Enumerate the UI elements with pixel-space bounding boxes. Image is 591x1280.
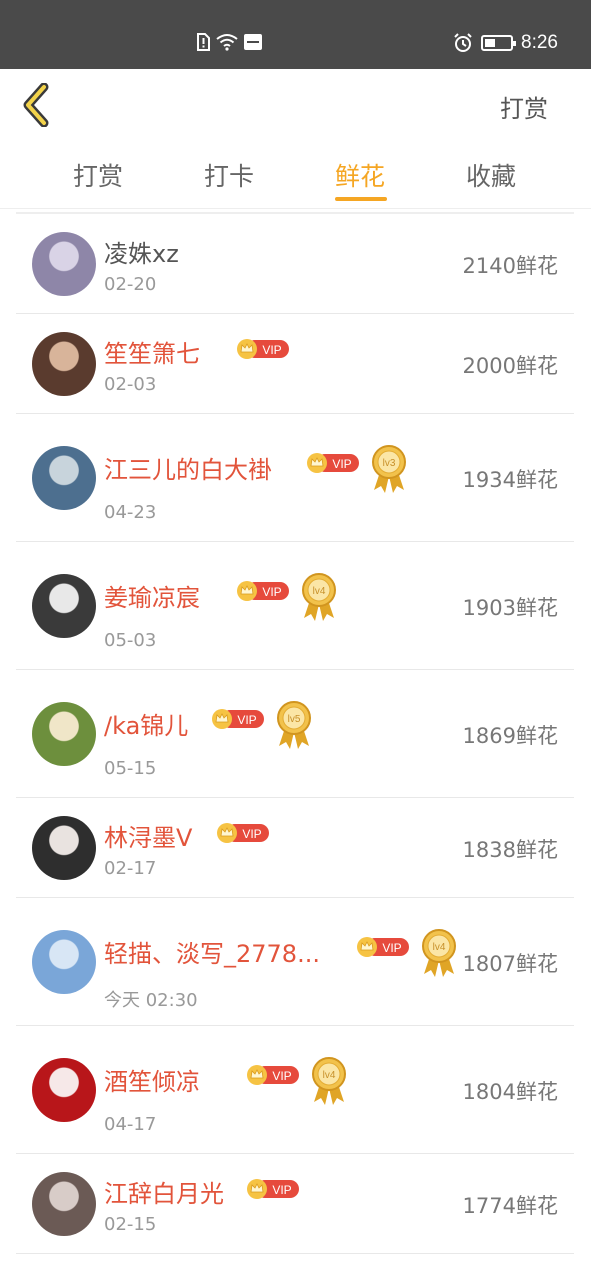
level-medal-icon: lv5 (275, 700, 313, 750)
user-name[interactable]: 江三儿的白大褂 (104, 450, 272, 485)
avatar[interactable] (32, 332, 96, 396)
flower-count: 1934鲜花 (462, 468, 558, 492)
vip-badge-icon: VIP (306, 452, 360, 474)
flower-count: 2000鲜花 (462, 354, 558, 378)
avatar[interactable] (32, 702, 96, 766)
avatar[interactable] (32, 1172, 96, 1236)
avatar[interactable] (32, 446, 96, 510)
status-time: 8:26 (521, 32, 558, 53)
flower-count: 1804鲜花 (462, 1080, 558, 1104)
user-name[interactable]: 林浔墨V (104, 818, 192, 853)
level-medal-icon: lv4 (300, 572, 338, 622)
svg-text:lv4: lv4 (323, 1070, 336, 1081)
chevron-left-icon (23, 82, 49, 128)
gift-date: 05-03 (104, 630, 157, 651)
battery-icon (481, 35, 517, 51)
list-item[interactable]: 江辞白月光 VIP 02-15 1774鲜花 (16, 1154, 574, 1254)
gift-date: 02-15 (104, 1214, 157, 1235)
hms-icon (244, 34, 262, 50)
gift-date: 02-17 (104, 858, 157, 879)
vip-badge-icon: VIP (216, 822, 270, 844)
tab-tip[interactable]: 打赏 (73, 157, 123, 193)
flower-count: 1838鲜花 (462, 838, 558, 862)
list-item[interactable]: 笙笙箫七 VIP 02-03 2000鲜花 (16, 314, 574, 414)
vip-badge-icon: VIP (356, 936, 410, 958)
tab-favorites[interactable]: 收藏 (466, 157, 516, 193)
status-bar: 8:26 (0, 0, 591, 69)
gift-date: 02-20 (104, 274, 157, 295)
avatar[interactable] (32, 930, 96, 994)
user-name[interactable]: 轻描、淡写_2778... (104, 934, 320, 969)
svg-text:VIP: VIP (272, 1183, 291, 1197)
flower-count: 1807鲜花 (462, 952, 558, 976)
level-medal-icon: lv3 (370, 444, 408, 494)
avatar[interactable] (32, 574, 96, 638)
back-button[interactable] (20, 82, 60, 128)
flower-count: 1903鲜花 (462, 596, 558, 620)
vip-badge-icon: VIP (246, 1178, 300, 1200)
level-medal-icon: lv4 (310, 1056, 348, 1106)
flower-ranking-list: 凌姝xz 02-20 2140鲜花笙笙箫七 VIP 02-03 2000鲜花江三儿的白大褂… (16, 212, 574, 1254)
status-icons-center (196, 33, 262, 51)
svg-text:lv4: lv4 (313, 586, 326, 597)
wifi-icon (216, 34, 238, 51)
gift-date: 04-23 (104, 502, 157, 523)
flower-count: 2140鲜花 (462, 254, 558, 278)
list-item[interactable]: 姜瑜凉宸 VIP lv4 05-03 1903鲜花 (16, 542, 574, 670)
gift-date: 04-17 (104, 1114, 157, 1135)
gift-date: 05-15 (104, 758, 157, 779)
tab-flowers[interactable]: 鲜花 (335, 157, 385, 193)
tab-bar: 打赏 打卡 鲜花 收藏 (0, 139, 591, 209)
tab-checkin[interactable]: 打卡 (204, 157, 254, 193)
user-name[interactable]: 江辞白月光 (104, 1174, 224, 1209)
vip-badge-icon: VIP (211, 708, 265, 730)
header: 打赏 (0, 69, 591, 139)
vip-badge-icon: VIP (236, 338, 290, 360)
svg-text:VIP: VIP (262, 585, 281, 599)
vip-badge-icon: VIP (236, 580, 290, 602)
flower-count: 1774鲜花 (462, 1194, 558, 1218)
sim-alert-icon (197, 33, 210, 51)
level-medal-icon: lv4 (420, 928, 458, 978)
vip-badge-icon: VIP (246, 1064, 300, 1086)
user-name[interactable]: 姜瑜凉宸 (104, 578, 200, 613)
svg-text:lv4: lv4 (433, 942, 446, 953)
avatar[interactable] (32, 232, 96, 296)
gift-date: 02-03 (104, 374, 157, 395)
tip-action-button[interactable]: 打赏 (500, 89, 548, 124)
svg-text:VIP: VIP (382, 941, 401, 955)
list-item[interactable]: /ka锦儿 VIP lv5 05-15 1869鲜花 (16, 670, 574, 798)
svg-text:VIP: VIP (262, 343, 281, 357)
list-item[interactable]: 轻描、淡写_2778... VIP lv4 今天 02:30 1807鲜花 (16, 898, 574, 1026)
avatar[interactable] (32, 816, 96, 880)
list-item[interactable]: 酒笙倾凉 VIP lv4 04-17 1804鲜花 (16, 1026, 574, 1154)
active-tab-indicator (335, 197, 387, 201)
gift-date: 今天 02:30 (104, 990, 198, 1011)
list-item[interactable]: 林浔墨V VIP 02-17 1838鲜花 (16, 798, 574, 898)
status-icons-right: 8:26 (453, 32, 558, 54)
user-name[interactable]: 凌姝xz (104, 234, 179, 269)
svg-text:lv5: lv5 (288, 714, 301, 725)
user-name[interactable]: 酒笙倾凉 (104, 1062, 200, 1097)
user-name[interactable]: /ka锦儿 (104, 706, 188, 741)
svg-text:VIP: VIP (272, 1069, 291, 1083)
list-item[interactable]: 凌姝xz 02-20 2140鲜花 (16, 214, 574, 314)
battery-level (485, 39, 496, 47)
user-name[interactable]: 笙笙箫七 (104, 334, 200, 369)
svg-text:VIP: VIP (332, 457, 351, 471)
svg-text:lv3: lv3 (383, 458, 396, 469)
svg-text:VIP: VIP (237, 713, 256, 727)
alarm-icon (454, 33, 472, 52)
avatar[interactable] (32, 1058, 96, 1122)
flower-count: 1869鲜花 (462, 724, 558, 748)
svg-text:VIP: VIP (242, 827, 261, 841)
list-item[interactable]: 江三儿的白大褂 VIP lv3 04-23 1934鲜花 (16, 414, 574, 542)
